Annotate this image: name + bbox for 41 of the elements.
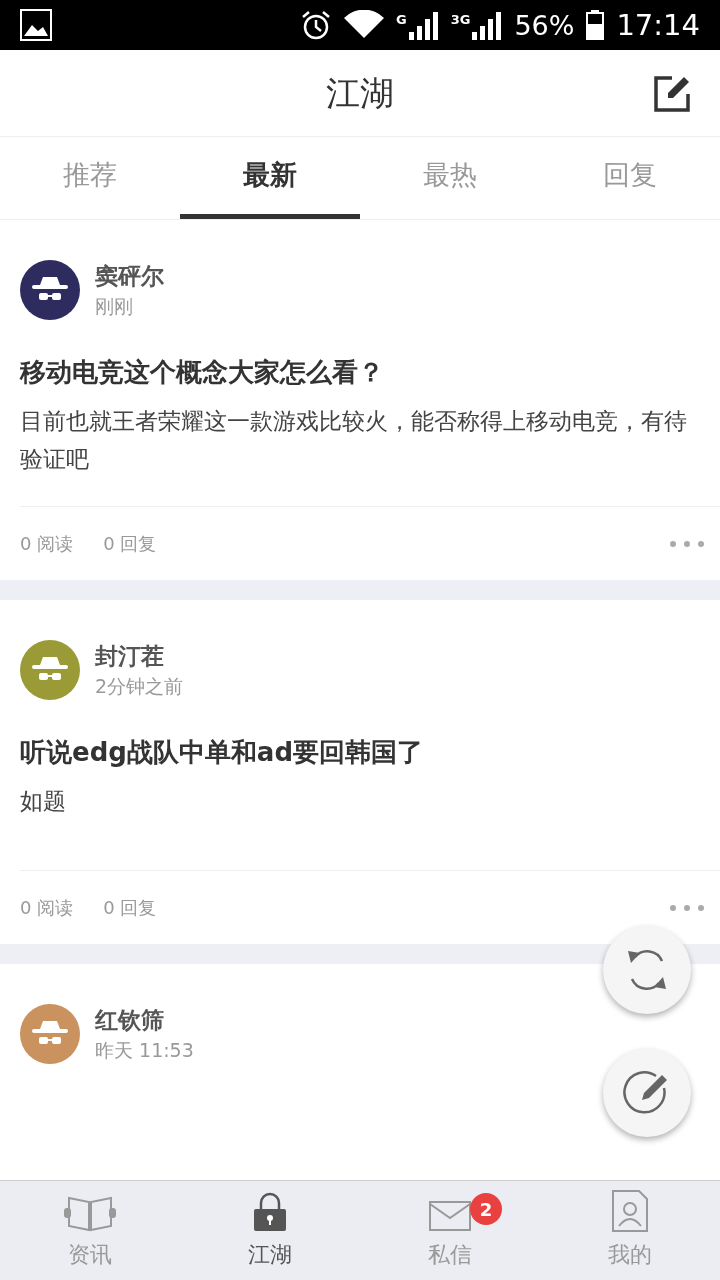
post-title: 听说edg战队中单和ad要回韩国了 [20,737,423,767]
battery-percent: 56% [514,11,575,39]
reply-count: 0 回复 [103,896,157,920]
post-card[interactable]: 封汀茬 2分钟之前 听说edg战队中单和ad要回韩国了 如题 0 阅读 0 回复 [0,600,720,944]
tab[interactable]: 最热 [360,137,540,219]
page-title: 江湖 [326,71,394,115]
nav-item[interactable]: 我的 [540,1181,720,1280]
image-icon [20,9,52,41]
unread-badge: 2 [470,1193,502,1225]
post-title: 移动电竞这个概念大家怎么看？ [20,357,384,387]
book-icon [63,1194,117,1232]
clock: 17:14 [616,10,700,40]
post-body: 如题 [20,787,67,816]
tab[interactable]: 推荐 [0,137,180,219]
post-card[interactable]: 窦砰尔 刚刚 移动电竞这个概念大家怎么看？ 目前也就王者荣耀这一款游戏比较火，能否称得上移动电竞，有待验证吧 0 阅读 0 回复 [0,220,720,580]
post-body: 目前也就王者荣耀这一款游戏比较火，能否称得上移动电竞，有待验证吧 [20,407,688,474]
mail-icon [429,1200,471,1232]
post-card[interactable]: 红钦筛 昨天 11:53 [0,964,720,1180]
nav-item[interactable]: 资讯 [0,1181,180,1280]
nav-item[interactable]: 江湖 [180,1181,360,1280]
nav-item[interactable]: 私信 2 [360,1181,540,1280]
tab[interactable]: 回复 [540,137,720,219]
alarm-icon [300,9,332,41]
post-time: 2分钟之前 [95,674,184,699]
signal-icon [408,10,439,40]
edit-icon[interactable] [654,76,690,112]
post-time: 昨天 11:53 [95,1038,194,1063]
wifi-icon [344,10,384,40]
network-type: G [396,11,407,29]
post-time: 刚刚 [95,294,134,319]
author-name: 窦砰尔 [95,262,164,291]
read-count: 0 阅读 [20,896,74,920]
reply-count: 0 回复 [103,532,157,556]
network-type: 3G [450,11,471,29]
lock-icon [252,1192,288,1232]
author-name: 红钦筛 [95,1006,165,1035]
read-count: 0 阅读 [20,532,74,556]
signal-icon [472,10,503,40]
profile-icon [612,1190,648,1232]
battery-icon [586,10,605,40]
author-name: 封汀茬 [95,642,165,671]
